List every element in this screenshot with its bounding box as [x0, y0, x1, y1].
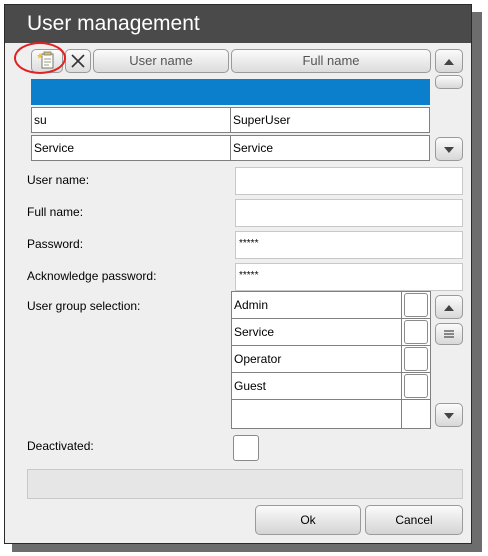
user-name-label: User name: — [27, 173, 90, 187]
group-checkbox[interactable] — [404, 347, 428, 371]
grip-lines-icon — [444, 330, 454, 338]
dialog-title: User management — [5, 5, 471, 43]
group-scroll-thumb[interactable] — [435, 323, 463, 345]
user-management-dialog: User management User name Full name su S… — [4, 4, 472, 544]
group-checkbox[interactable] — [404, 374, 428, 398]
table-scroll-up-button[interactable] — [435, 49, 463, 73]
password-label: Password: — [27, 237, 84, 251]
group-checkbox-cell — [401, 345, 431, 373]
password-input[interactable]: ***** — [235, 231, 463, 259]
arrow-up-icon — [444, 305, 454, 311]
deactivated-label: Deactivated: — [27, 439, 94, 453]
group-checkbox-cell — [401, 291, 431, 319]
user-group-selection-label: User group selection: — [27, 299, 141, 313]
cancel-button[interactable]: Cancel — [365, 505, 463, 535]
group-item[interactable]: Service — [231, 318, 402, 346]
table-cell-user-name[interactable]: Service — [31, 135, 231, 161]
new-document-icon — [37, 51, 54, 69]
table-cell-user-name[interactable]: su — [31, 107, 231, 133]
user-name-input[interactable] — [235, 167, 463, 195]
table-cell-full-name[interactable]: SuperUser — [230, 107, 430, 133]
status-bar — [27, 469, 463, 499]
acknowledge-password-label: Acknowledge password: — [27, 269, 157, 283]
column-header-user-name[interactable]: User name — [93, 49, 229, 73]
close-x-icon — [71, 54, 85, 68]
group-scroll-up-button[interactable] — [435, 295, 463, 319]
delete-user-button[interactable] — [65, 49, 91, 73]
group-checkbox-cell-empty — [401, 399, 431, 429]
ok-button[interactable]: Ok — [255, 505, 361, 535]
group-item[interactable]: Admin — [231, 291, 402, 319]
acknowledge-password-input[interactable]: ***** — [235, 263, 463, 291]
group-item[interactable] — [231, 399, 402, 429]
table-cell-full-name[interactable] — [230, 79, 430, 105]
group-item[interactable]: Operator — [231, 345, 402, 373]
group-checkbox-cell — [401, 318, 431, 346]
group-item[interactable]: Guest — [231, 372, 402, 400]
full-name-input[interactable] — [235, 199, 463, 227]
table-scroll-down-button[interactable] — [435, 137, 463, 161]
table-cell-user-name[interactable] — [31, 79, 231, 105]
table-cell-full-name[interactable]: Service — [230, 135, 430, 161]
group-checkbox[interactable] — [404, 293, 428, 317]
group-scroll-down-button[interactable] — [435, 403, 463, 427]
group-checkbox[interactable] — [404, 320, 428, 344]
column-header-full-name[interactable]: Full name — [231, 49, 431, 73]
arrow-down-icon — [444, 147, 454, 153]
deactivated-checkbox[interactable] — [233, 435, 259, 461]
full-name-label: Full name: — [27, 205, 84, 219]
arrow-up-icon — [444, 59, 454, 65]
table-scroll-thumb[interactable] — [435, 75, 463, 89]
group-checkbox-cell — [401, 372, 431, 400]
arrow-down-icon — [444, 413, 454, 419]
new-user-button[interactable] — [31, 49, 63, 73]
